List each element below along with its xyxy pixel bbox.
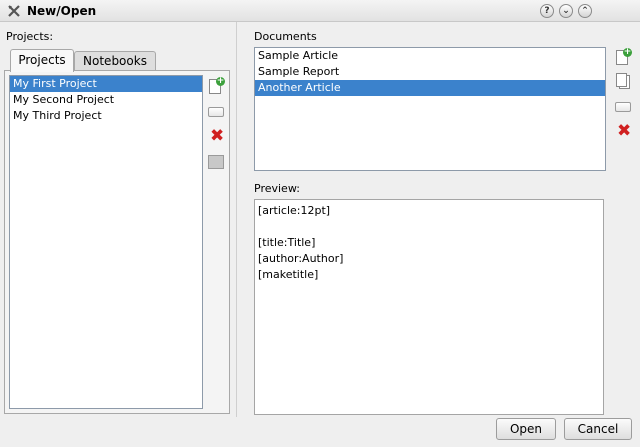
documents-list[interactable]: Sample Article Sample Report Another Art…: [254, 47, 606, 171]
panel-divider[interactable]: [236, 22, 237, 417]
list-item[interactable]: Sample Article: [255, 48, 605, 64]
list-item[interactable]: My Second Project: [10, 92, 202, 108]
projects-label: Projects:: [6, 30, 54, 43]
title-bar: New/Open ? ⌄ ⌃: [0, 0, 640, 22]
cancel-button[interactable]: Cancel: [564, 418, 632, 440]
copy-icon: [616, 73, 627, 87]
window-title: New/Open: [27, 4, 97, 18]
list-item[interactable]: My Third Project: [10, 108, 202, 124]
plus-icon: +: [623, 47, 632, 57]
delete-project-button[interactable]: ✖: [207, 127, 225, 145]
notebook-icon: [208, 155, 224, 169]
preview-line: [maketitle]: [258, 268, 319, 281]
help-button[interactable]: ?: [540, 4, 554, 18]
preview-line: [article:12pt]: [258, 204, 331, 217]
plus-icon: +: [216, 76, 225, 86]
rename-project-button[interactable]: [207, 103, 225, 121]
delete-icon: ✖: [210, 126, 225, 146]
tab-notebooks[interactable]: Notebooks: [74, 51, 156, 71]
list-item[interactable]: My First Project: [10, 76, 202, 92]
maximize-button[interactable]: ⌃: [578, 4, 592, 18]
preview-line: [title:Title]: [258, 236, 316, 249]
new-project-button[interactable]: +: [207, 77, 225, 95]
open-button[interactable]: Open: [496, 418, 556, 440]
delete-document-button[interactable]: ✖: [614, 122, 632, 140]
documents-label: Documents: [254, 30, 317, 43]
rename-document-button[interactable]: [614, 98, 632, 116]
list-item[interactable]: Another Article: [255, 80, 605, 96]
rename-icon: [615, 102, 631, 112]
preview-line: [255, 219, 603, 235]
app-icon: [8, 5, 20, 17]
delete-icon: ✖: [617, 121, 632, 141]
tab-projects[interactable]: Projects: [10, 49, 74, 72]
new-document-button[interactable]: +: [614, 48, 632, 66]
list-item[interactable]: Sample Report: [255, 64, 605, 80]
rename-icon: [208, 107, 224, 117]
preview-line: [author:Author]: [258, 252, 344, 265]
projects-list[interactable]: My First Project My Second Project My Th…: [9, 75, 203, 409]
preview-pane[interactable]: [article:12pt] [title:Title] [author:Aut…: [254, 199, 604, 415]
copy-document-button[interactable]: [614, 72, 632, 90]
projects-tab-pane: My First Project My Second Project My Th…: [4, 70, 230, 414]
notebook-button[interactable]: [207, 153, 225, 171]
minimize-button[interactable]: ⌄: [559, 4, 573, 18]
preview-label: Preview:: [254, 182, 300, 195]
projects-panel: Projects: Projects Notebooks My First Pr…: [4, 26, 234, 416]
documents-panel: Documents Sample Article Sample Report A…: [238, 26, 636, 416]
